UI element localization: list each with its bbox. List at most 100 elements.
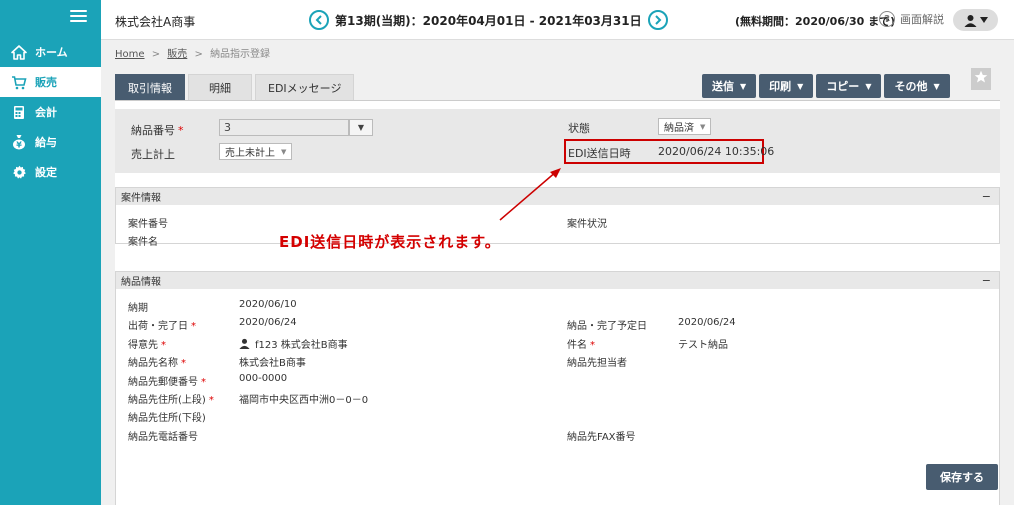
delivery-field-label: 納品先住所(上段) * [128,395,214,406]
caret-down-icon [979,17,988,23]
delivery-field-label: 納品先電話番号 [128,431,198,443]
delivery-field-label: 納品先住所(下段) [128,413,206,425]
edi-sent-value: 2020/06/24 10:35:06 [658,145,775,158]
star-icon [974,70,988,83]
breadcrumb-current: 納品指示登録 [210,49,271,60]
delivery-field-label: 納品先担当者 [567,358,627,370]
help-link[interactable]: ? 画面解説 [879,11,944,27]
send-button[interactable]: 送信 ▼ [702,74,757,98]
sidebar-item-sales[interactable]: 販売 [0,67,101,97]
annotation-arrow [499,168,561,221]
help-label: 画面解説 [900,13,944,26]
sidebar-item-label: 給与 [35,136,57,149]
sidebar-nav: ホーム 販売 会計 ¥ 給与 設定 [0,37,101,187]
form-panel: 納品番号 * 3 ▼ 売上計上 売上未計上 ▼ 状態 納品済 ▼ EDI送信日時 20… [115,100,1000,505]
delivery-field-label: 納期 [128,303,148,314]
status-select[interactable]: 納品済 ▼ [658,118,712,135]
breadcrumb-separator: > [151,49,161,60]
delivery-field-value: 福岡市中央区西中洲0－0－0 [239,391,368,406]
tab-details[interactable]: 明細 [188,74,252,100]
caret-down-icon: ▼ [933,81,940,91]
delivery-field-value: テスト納品 [678,339,728,351]
print-label: 印刷 [769,80,792,93]
sidebar-item-payroll[interactable]: ¥ 給与 [0,127,101,157]
delivery-info-section: 納品情報 − 納期 2020/06/10 出荷・完了日 * 2020/06/24 得意先 *… [115,271,1000,505]
gear-icon [11,164,27,180]
sidebar: ホーム 販売 会計 ¥ 給与 設定 [0,0,101,505]
other-label: その他 [894,80,928,93]
delivery-field-value: 000-0000 [239,373,287,384]
customer-person-icon[interactable] [239,338,250,349]
delivery-field-value: 2020/06/10 [239,299,297,310]
case-name-label: 案件名 [128,237,158,248]
other-button[interactable]: その他 ▼ [884,74,950,98]
calculator-icon [11,104,27,120]
tab-edi-message[interactable]: EDIメッセージ [255,74,355,100]
caret-down-icon: ▼ [281,147,287,156]
required-mark: * [191,321,196,333]
required-mark: * [201,376,206,388]
user-menu-button[interactable] [953,9,998,31]
sales-record-label: 売上計上 [131,148,175,161]
delivery-no-input[interactable]: 3 [219,119,349,136]
hamburger-menu-icon[interactable] [70,10,87,23]
delivery-no-label: 納品番号 * [131,124,184,137]
caret-down-icon: ▼ [797,81,804,91]
svg-text:¥: ¥ [16,141,22,150]
sidebar-item-settings[interactable]: 設定 [0,157,101,187]
delivery-field-value-text: 2020/06/24 [239,317,297,329]
delivery-field-label: 納品・完了予定日 [567,321,647,333]
collapse-icon[interactable]: − [982,190,991,203]
delivery-field-value: 株式会社B商事 [239,354,306,369]
trade-info-box: 納品番号 * 3 ▼ 売上計上 売上未計上 ▼ 状態 納品済 ▼ EDI送信日時 20… [115,109,1000,173]
delivery-field-label: 得意先 * [128,339,166,351]
required-mark: * [208,395,214,406]
sidebar-item-accounting[interactable]: 会計 [0,97,101,127]
delivery-field-label: 納品先FAX番号 [567,431,636,443]
required-mark: * [181,358,186,370]
breadcrumb-separator: > [194,49,203,60]
delivery-field-value-text: 福岡市中央区西中洲0－0－0 [239,395,369,406]
delivery-field-value-text: 000-0000 [239,372,288,384]
prev-period-button[interactable] [309,10,329,30]
required-mark: * [590,339,595,351]
delivery-info-header[interactable]: 納品情報 − [116,272,999,289]
delivery-info-title: 納品情報 [121,277,161,288]
collapse-icon[interactable]: − [982,274,991,287]
sales-record-select[interactable]: 売上未計上 ▼ [219,143,293,160]
top-header: 株式会社A商事 第13期(当期)：2020年04月01日 - 2021年03月3… [101,0,1014,40]
breadcrumb-sales[interactable]: 販売 [167,49,187,60]
status-label: 状態 [568,122,590,135]
caret-down-icon: ▼ [700,122,706,131]
breadcrumb: Home > 販売 > 納品指示登録 [115,45,270,60]
case-no-label: 案件番号 [128,219,168,230]
sidebar-item-home[interactable]: ホーム [0,37,101,67]
delivery-field-label: 出荷・完了日 * [128,321,196,333]
home-icon [11,44,27,60]
caret-down-icon: ▼ [865,81,872,91]
sidebar-item-label: 会計 [35,106,57,119]
breadcrumb-home[interactable]: Home [115,49,145,60]
copy-button[interactable]: コピー ▼ [816,74,882,98]
case-status-label: 案件状況 [567,219,607,230]
next-period-button[interactable] [647,10,668,30]
copy-label: コピー [826,80,860,93]
delivery-field-label: 件名 * [567,339,595,351]
edi-sent-label: EDI送信日時 [568,147,631,160]
print-button[interactable]: 印刷 ▼ [759,74,814,98]
company-name: 株式会社A商事 [115,15,196,29]
delivery-field-value-text: 2020/06/10 [239,299,297,310]
delivery-field-value: 2020/06/24 [239,317,297,328]
favorite-star-button[interactable] [971,68,991,90]
sidebar-item-label: 設定 [35,166,57,179]
fiscal-period: 第13期(当期)：2020年04月01日 - 2021年03月31日 [309,10,668,30]
delivery-field-value-text: f123 株式会社B商事 [255,339,348,351]
save-button[interactable]: 保存する [926,464,998,490]
chevron-right-icon [654,15,662,25]
content-area: Home > 販売 > 納品指示登録 取引情報 明細 EDIメッセージ 送信 ▼ … [101,40,1014,505]
delivery-no-dropdown-button[interactable]: ▼ [349,119,373,136]
period-label: 第13期(当期)：2020年04月01日 - 2021年03月31日 [335,13,642,28]
tab-trade-info[interactable]: 取引情報 [115,74,185,100]
send-label: 送信 [712,80,734,93]
question-icon: ? [879,11,895,27]
